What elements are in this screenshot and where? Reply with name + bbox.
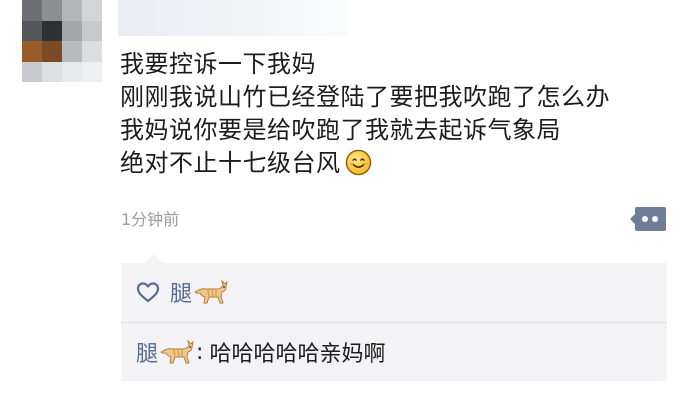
post-timestamp: 1分钟前: [121, 210, 180, 229]
liker-name[interactable]: 腿: [170, 276, 228, 308]
likes-row: 腿: [121, 263, 667, 321]
cat-emoji: [160, 339, 194, 364]
post-line: 我要控诉一下我妈: [120, 50, 316, 78]
feedback-panel: 腿 腿 : 哈哈哈哈哈亲妈啊: [121, 254, 667, 381]
username-blurred[interactable]: [118, 0, 348, 36]
avatar[interactable]: [22, 0, 102, 82]
cat-emoji: [194, 279, 228, 304]
post-text: 我要控诉一下我妈 刚刚我说山竹已经登陆了要把我吹跑了怎么办 我妈说你要是给吹跑了…: [120, 48, 660, 180]
post-line: 绝对不止十七级台风: [120, 149, 341, 177]
comment-author-text: 腿: [136, 342, 159, 367]
comment-author[interactable]: 腿: [136, 336, 194, 368]
comment-item[interactable]: 腿 : 哈哈哈哈哈亲妈啊: [121, 323, 667, 381]
liker-name-text: 腿: [170, 282, 193, 307]
comment-colon: :: [196, 339, 204, 365]
smile-emoji: [345, 149, 371, 176]
moments-post: 我要控诉一下我妈 刚刚我说山竹已经登陆了要把我吹跑了怎么办 我妈说你要是给吹跑了…: [0, 0, 692, 402]
post-line-last: 绝对不止十七级台风: [120, 147, 660, 180]
heart-icon: [136, 282, 160, 303]
more-dots-icon[interactable]: [626, 205, 666, 233]
comment-text: 哈哈哈哈哈亲妈啊: [209, 342, 386, 367]
post-line: 我妈说你要是给吹跑了我就去起诉气象局: [120, 116, 561, 144]
post-line: 刚刚我说山竹已经登陆了要把我吹跑了怎么办: [120, 83, 610, 111]
